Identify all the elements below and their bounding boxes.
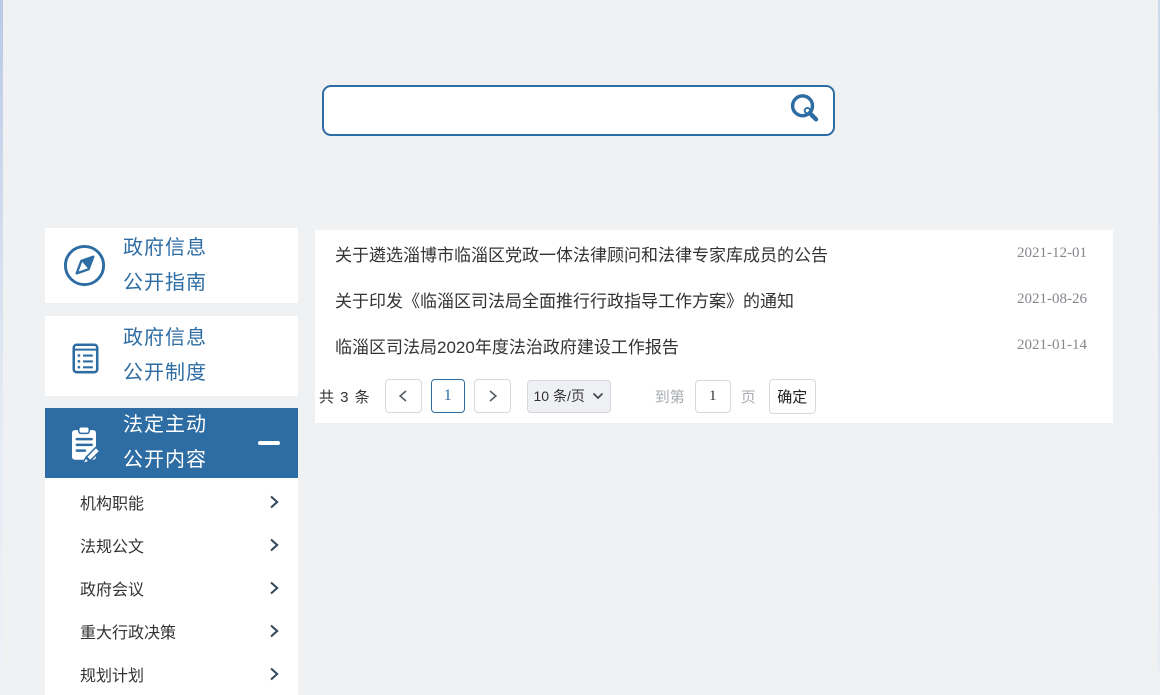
left-edge-accent	[0, 0, 3, 674]
list-item[interactable]: 关于印发《临淄区司法局全面推行行政指导工作方案》的通知 2021-08-26	[315, 276, 1113, 322]
prev-page-button[interactable]	[384, 379, 422, 413]
chevron-down-icon	[592, 392, 603, 400]
goto-page-suffix: 页	[740, 388, 756, 406]
submenu-label: 机构职能	[80, 495, 145, 513]
submenu-label: 政府会议	[80, 581, 145, 599]
sidebar-item-proactive-disclosure[interactable]: 法定主动 公开内容	[45, 408, 298, 478]
total-count-label: 共 3 条	[319, 388, 371, 406]
list-item-date: 2021-08-26	[1017, 290, 1087, 307]
chevron-right-icon	[489, 390, 497, 402]
goto-page-prefix: 到第	[654, 388, 685, 406]
submenu-label: 法规公文	[80, 538, 145, 556]
chevron-right-icon	[270, 495, 279, 508]
page-size-select[interactable]: 10 条/页	[526, 379, 611, 413]
list-item-date: 2021-01-14	[1017, 336, 1087, 353]
sidebar-item-disclosure-guide[interactable]: 政府信息 公开指南	[45, 228, 298, 303]
sidebar-item-government-meetings[interactable]: 政府会议	[45, 566, 298, 609]
goto-page-input[interactable]	[694, 379, 731, 413]
sidebar-item-label-line2: 公开制度	[123, 362, 207, 384]
sidebar: 政府信息 公开指南 政府信息 公开制度 法定主动 公开内容 机构职能 法规公文 …	[45, 228, 298, 695]
sidebar-item-disclosure-system[interactable]: 政府信息 公开制度	[45, 316, 298, 396]
sidebar-item-major-decisions[interactable]: 重大行政决策	[45, 609, 298, 652]
compass-icon	[45, 242, 123, 289]
list-item-title[interactable]: 关于印发《临淄区司法局全面推行行政指导工作方案》的通知	[335, 287, 794, 312]
current-page-button[interactable]: 1	[430, 379, 465, 413]
notebook-icon	[45, 333, 123, 380]
list-item-title[interactable]: 临淄区司法局2020年度法治政府建设工作报告	[335, 333, 679, 358]
confirm-button[interactable]: 确定	[768, 378, 816, 414]
search-bar	[322, 85, 835, 136]
submenu-label: 重大行政决策	[80, 624, 177, 642]
chevron-left-icon	[398, 390, 407, 402]
chevron-right-icon	[270, 624, 279, 637]
chevron-right-icon	[270, 581, 279, 594]
list-item[interactable]: 关于遴选淄博市临淄区党政一体法律顾问和法律专家库成员的公告 2021-12-01	[315, 230, 1113, 276]
next-page-button[interactable]	[473, 379, 511, 413]
search-button[interactable]	[785, 90, 827, 132]
minus-icon	[258, 441, 280, 445]
clipboard-pen-icon	[45, 420, 123, 466]
list-item-title[interactable]: 关于遴选淄博市临淄区党政一体法律顾问和法律专家库成员的公告	[335, 241, 828, 266]
sidebar-item-label-line2: 公开指南	[123, 271, 207, 294]
sidebar-item-label-line1: 法定主动	[123, 414, 207, 436]
sidebar-item-label-line1: 政府信息	[123, 236, 207, 259]
pagination: 共 3 条 1 10 条/页 到第 页 确定	[315, 370, 1113, 422]
sidebar-submenu: 机构职能 法规公文 政府会议 重大行政决策 规划计划	[45, 478, 298, 695]
list-item[interactable]: 临淄区司法局2020年度法治政府建设工作报告 2021-01-14	[315, 322, 1113, 368]
list-item-date: 2021-12-01	[1017, 244, 1087, 261]
magnifier-key-icon	[790, 93, 819, 121]
sidebar-item-regulations-documents[interactable]: 法规公文	[45, 523, 298, 566]
sidebar-item-label-line2: 公开内容	[123, 449, 207, 471]
sidebar-item-label-line1: 政府信息	[123, 327, 207, 349]
page-size-value: 10 条/页	[533, 388, 585, 404]
article-list-panel: 关于遴选淄博市临淄区党政一体法律顾问和法律专家库成员的公告 2021-12-01…	[315, 230, 1113, 423]
chevron-right-icon	[270, 538, 279, 551]
search-input[interactable]	[324, 87, 785, 134]
sidebar-item-organization-functions[interactable]: 机构职能	[45, 480, 298, 523]
